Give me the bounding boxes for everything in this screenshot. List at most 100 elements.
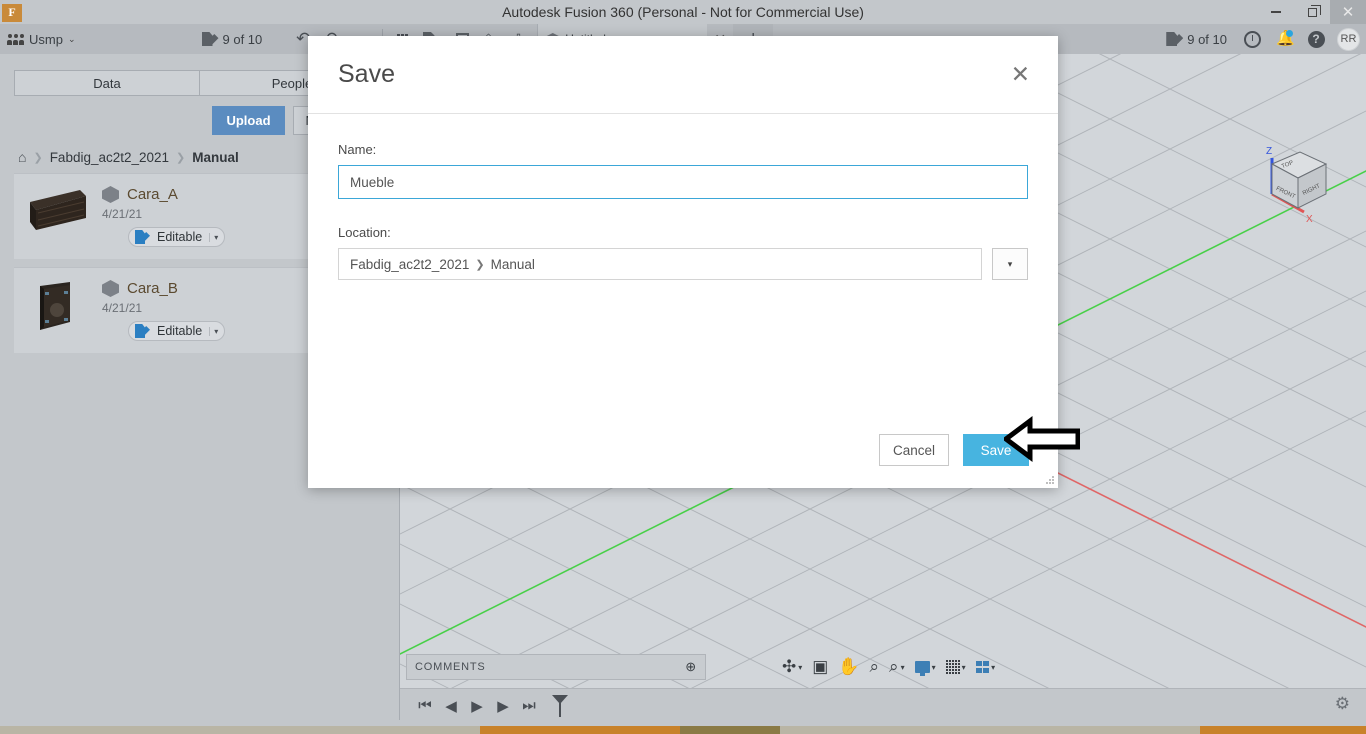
axis-z-label: Z xyxy=(1266,146,1272,157)
chevron-down-icon[interactable]: ▾ xyxy=(209,326,218,336)
timeline-play-button[interactable]: ▶ xyxy=(464,697,490,715)
timeline-step-back-button[interactable]: ◀ xyxy=(438,697,464,715)
window-controls: ✕ xyxy=(1258,0,1366,24)
view-cube[interactable]: Z X TOP FRONT RIGHT xyxy=(1242,136,1334,228)
clock-icon xyxy=(1243,30,1261,48)
zoom-window-tool[interactable]: ⌕ ▾ xyxy=(889,657,905,677)
chevron-down-icon: ▾ xyxy=(1007,258,1013,269)
file-name: Cara_B xyxy=(127,280,178,297)
panel-thumbnail-icon xyxy=(30,190,86,230)
taskbar-item[interactable] xyxy=(480,726,680,734)
skip-forward-icon: ⏭ xyxy=(522,697,536,714)
edit-token-icon xyxy=(201,32,219,46)
grid-icon xyxy=(945,660,960,674)
zoom-tool[interactable]: ⌕ xyxy=(870,657,880,677)
account-name: Usmp xyxy=(29,31,63,47)
skip-back-icon: ⏮ xyxy=(418,697,432,714)
file-name: Cara_A xyxy=(127,186,178,203)
chevron-down-icon: ▾ xyxy=(991,662,996,672)
help-icon: ? xyxy=(1307,30,1325,48)
taskbar-item[interactable] xyxy=(680,726,780,734)
home-icon[interactable]: ⌂ xyxy=(18,149,26,165)
orbit-icon: ✣ xyxy=(782,657,797,676)
account-menu[interactable]: Usmp ⌄ xyxy=(0,24,84,54)
breadcrumb-separator: ❯ xyxy=(33,151,43,164)
pan-hand-icon: ✋ xyxy=(838,657,860,676)
monitor-icon xyxy=(914,661,930,676)
grid-snaps-tool[interactable]: ▾ xyxy=(945,660,966,674)
breadcrumb-item-current[interactable]: Manual xyxy=(192,150,239,165)
look-at-tool[interactable]: ▣ xyxy=(812,657,828,677)
pan-tool[interactable]: ✋ xyxy=(838,657,859,677)
status-badge-label: Editable xyxy=(157,230,203,244)
tokens-indicator[interactable]: 9 of 10 xyxy=(194,24,271,54)
job-status-button[interactable] xyxy=(1237,24,1267,54)
location-input[interactable]: Fabdig_ac2t2_2021 ❯ Manual xyxy=(338,248,982,280)
chevron-down-icon: ▾ xyxy=(900,662,905,672)
edit-token-icon xyxy=(1166,32,1184,46)
notifications-button[interactable]: 🔔 xyxy=(1269,24,1299,54)
file-date: 4/21/21 xyxy=(102,207,143,221)
location-path-folder: Manual xyxy=(490,256,535,272)
os-taskbar xyxy=(0,726,1366,734)
axis-x-label: X xyxy=(1306,214,1313,225)
save-dialog-footer: Cancel Save xyxy=(308,412,1058,488)
timeline-end-button[interactable]: ⏭ xyxy=(516,697,542,714)
timeline-step-forward-button[interactable]: ▶ xyxy=(490,697,516,715)
chevron-down-icon: ▾ xyxy=(931,662,936,672)
restore-button[interactable] xyxy=(1294,0,1330,24)
zoom-icon: ⌕ xyxy=(869,657,880,676)
upload-button[interactable]: Upload xyxy=(212,106,285,135)
step-back-icon: ◀ xyxy=(445,697,457,715)
chevron-down-icon: ▾ xyxy=(798,662,803,672)
save-dialog[interactable]: Save ✕ Name: Location: Fabdig_ac2t2_2021… xyxy=(308,36,1058,488)
display-settings-tool[interactable]: ▾ xyxy=(914,661,936,676)
location-path-separator: ❯ xyxy=(475,258,485,271)
file-date: 4/21/21 xyxy=(102,301,143,315)
save-dialog-title: Save xyxy=(338,60,395,88)
timeline-marker[interactable] xyxy=(552,694,568,717)
name-input[interactable] xyxy=(338,165,1028,199)
toolbar-right-group: 9 of 10 🔔 ? RR xyxy=(1158,24,1366,54)
comments-bar[interactable]: COMMENTS ⊕ xyxy=(406,654,706,680)
cube-icon xyxy=(102,280,119,297)
tokens-indicator-right[interactable]: 9 of 10 xyxy=(1158,24,1235,54)
name-field-label: Name: xyxy=(338,142,377,157)
settings-gear-icon[interactable]: ⚙ xyxy=(1335,694,1350,714)
look-at-icon: ▣ xyxy=(812,657,829,676)
comments-label: COMMENTS xyxy=(415,661,486,673)
chevron-down-icon[interactable]: ▾ xyxy=(209,232,218,242)
window-titlebar: F Autodesk Fusion 360 (Personal - Not fo… xyxy=(0,0,1366,24)
annotation-arrow-icon xyxy=(1004,416,1080,462)
panel-thumbnail-icon xyxy=(40,282,70,330)
cancel-button[interactable]: Cancel xyxy=(879,434,949,466)
zoom-window-icon: ⌕ xyxy=(889,657,899,676)
window-title: Autodesk Fusion 360 (Personal - Not for … xyxy=(502,4,864,20)
location-dropdown-button[interactable]: ▾ xyxy=(992,248,1028,280)
step-forward-icon: ▶ xyxy=(497,697,509,715)
location-field-label: Location: xyxy=(338,225,391,240)
close-button[interactable]: ✕ xyxy=(1330,0,1366,24)
viewport-bottom-toolbar: COMMENTS ⊕ ✣ ▾ ▣ ✋ ⌕ ⌕ ▾ ▾ ▾ ▾ xyxy=(400,646,1366,688)
minimize-button[interactable] xyxy=(1258,0,1294,24)
status-badge[interactable]: Editable ▾ xyxy=(128,321,226,341)
close-icon[interactable]: ✕ xyxy=(1011,63,1030,86)
chevron-down-icon: ▾ xyxy=(961,662,966,672)
avatar[interactable]: RR xyxy=(1337,27,1360,51)
taskbar-left xyxy=(0,726,480,734)
orbit-tool[interactable]: ✣ ▾ xyxy=(782,657,802,677)
layout-icon xyxy=(975,661,990,673)
timeline-begin-button[interactable]: ⏮ xyxy=(412,697,438,714)
play-icon: ▶ xyxy=(471,697,483,715)
taskbar-item[interactable] xyxy=(1200,726,1366,734)
viewports-tool[interactable]: ▾ xyxy=(975,661,996,673)
help-button[interactable]: ? xyxy=(1301,24,1331,54)
tab-data[interactable]: Data xyxy=(14,70,200,96)
resize-grip-icon[interactable] xyxy=(1046,476,1055,485)
location-path-root: Fabdig_ac2t2_2021 xyxy=(350,256,470,272)
edit-pencil-icon xyxy=(135,324,150,338)
breadcrumb-item-project[interactable]: Fabdig_ac2t2_2021 xyxy=(50,150,169,165)
tokens-right-label: 9 of 10 xyxy=(1187,31,1227,47)
add-comment-icon[interactable]: ⊕ xyxy=(685,659,697,675)
status-badge[interactable]: Editable ▾ xyxy=(128,227,226,247)
